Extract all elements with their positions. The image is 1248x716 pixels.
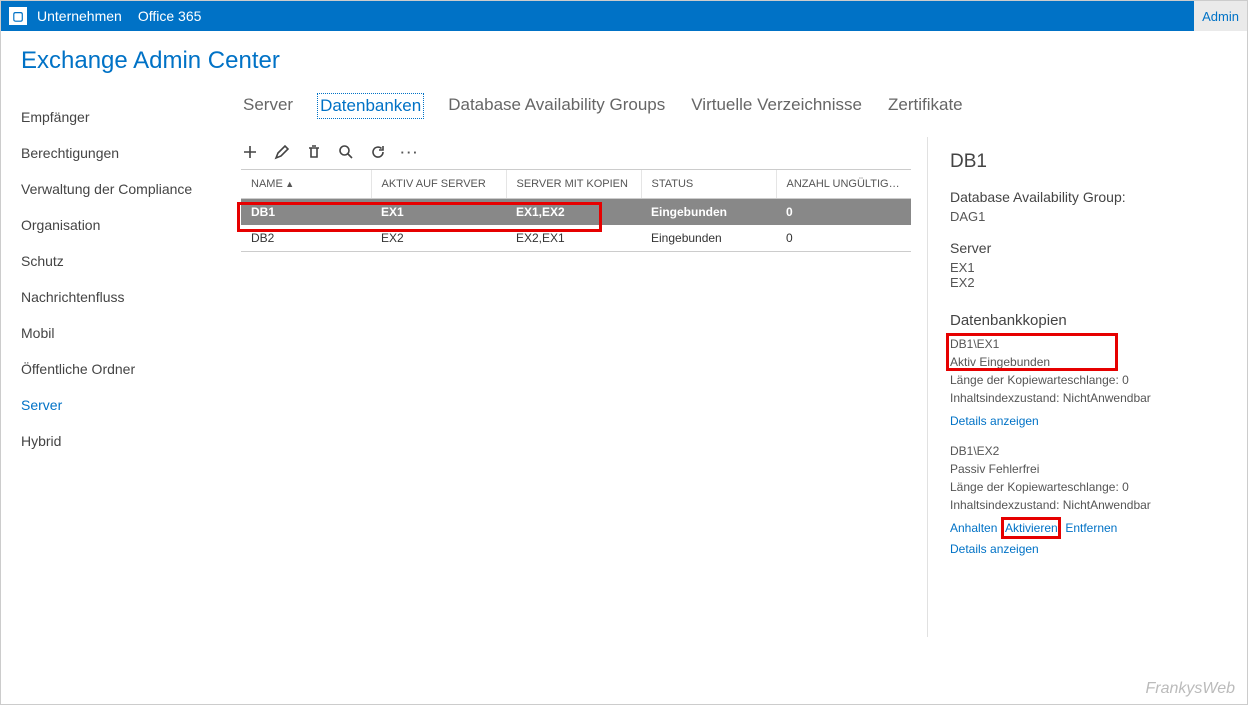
dag-label: Database Availability Group: xyxy=(950,189,1229,205)
col-invalid[interactable]: ANZAHL UNGÜLTIGE... xyxy=(776,170,911,199)
cell-name: DB1 xyxy=(241,199,371,226)
col-active-server[interactable]: AKTIV AUF SERVER xyxy=(371,170,506,199)
sidebar-item-mobile[interactable]: Mobil xyxy=(21,315,211,351)
more-icon[interactable]: ··· xyxy=(401,143,419,161)
sidebar: Empfänger Berechtigungen Verwaltung der … xyxy=(1,93,211,716)
cell-status: Eingebunden xyxy=(641,199,776,226)
cell-active: EX1 xyxy=(371,199,506,226)
details-title: DB1 xyxy=(950,151,1229,173)
admin-tab[interactable]: Admin xyxy=(1194,1,1247,31)
top-bar: ▢ Unternehmen Office 365 xyxy=(1,1,1247,31)
cell-copies: EX2,EX1 xyxy=(506,225,641,251)
server-value-1: EX1 xyxy=(950,260,1229,275)
col-copies[interactable]: SERVER MIT KOPIEN xyxy=(506,170,641,199)
add-icon[interactable] xyxy=(241,143,259,161)
tab-server[interactable]: Server xyxy=(241,93,295,119)
copy1-status: Aktiv Eingebunden xyxy=(950,353,1229,371)
page-title: Exchange Admin Center xyxy=(1,31,1247,93)
copy1-name: DB1\EX1 xyxy=(950,335,1229,353)
copy1-index: Inhaltsindexzustand: NichtAnwendbar xyxy=(950,389,1229,407)
database-table: NAME AKTIV AUF SERVER SERVER MIT KOPIEN … xyxy=(241,170,911,251)
sidebar-item-mailflow[interactable]: Nachrichtenfluss xyxy=(21,279,211,315)
edit-icon[interactable] xyxy=(273,143,291,161)
topbar-office-link[interactable]: Office 365 xyxy=(138,8,202,24)
copy1-details-link[interactable]: Details anzeigen xyxy=(950,414,1039,428)
copy2-details-link[interactable]: Details anzeigen xyxy=(950,542,1039,556)
details-panel: DB1 Database Availability Group: DAG1 Se… xyxy=(927,137,1247,637)
tab-certificates[interactable]: Zertifikate xyxy=(886,93,965,119)
copies-title: Datenbankkopien xyxy=(950,312,1229,329)
cell-name: DB2 xyxy=(241,225,371,251)
copy2-suspend-link[interactable]: Anhalten xyxy=(950,521,997,535)
office-logo-icon: ▢ xyxy=(9,7,27,25)
cell-copies: EX1,EX2 xyxy=(506,199,641,226)
topbar-company-link[interactable]: Unternehmen xyxy=(37,8,122,24)
dag-value: DAG1 xyxy=(950,209,1229,224)
refresh-icon[interactable] xyxy=(369,143,387,161)
table-row[interactable]: DB2 EX2 EX2,EX1 Eingebunden 0 xyxy=(241,225,911,251)
col-name[interactable]: NAME xyxy=(241,170,371,199)
server-value-2: EX2 xyxy=(950,275,1229,290)
server-label: Server xyxy=(950,240,1229,256)
cell-invalid: 0 xyxy=(776,199,911,226)
search-icon[interactable] xyxy=(337,143,355,161)
sidebar-item-protection[interactable]: Schutz xyxy=(21,243,211,279)
sidebar-item-recipients[interactable]: Empfänger xyxy=(21,99,211,135)
copy2-status: Passiv Fehlerfrei xyxy=(950,460,1229,478)
copy2-queue: Länge der Kopiewarteschlange: 0 xyxy=(950,478,1229,496)
copy1-queue: Länge der Kopiewarteschlange: 0 xyxy=(950,371,1229,389)
copy2-index: Inhaltsindexzustand: NichtAnwendbar xyxy=(950,496,1229,514)
sidebar-item-public-folders[interactable]: Öffentliche Ordner xyxy=(21,351,211,387)
copy2-name: DB1\EX2 xyxy=(950,442,1229,460)
sidebar-item-organization[interactable]: Organisation xyxy=(21,207,211,243)
tab-dag[interactable]: Database Availability Groups xyxy=(446,93,667,119)
tab-databases[interactable]: Datenbanken xyxy=(317,93,424,119)
sidebar-item-hybrid[interactable]: Hybrid xyxy=(21,423,211,459)
table-row[interactable]: DB1 EX1 EX1,EX2 Eingebunden 0 xyxy=(241,199,911,226)
copy2-activate-link[interactable]: Aktivieren xyxy=(1005,521,1058,535)
tabs: Server Datenbanken Database Availability… xyxy=(241,93,1247,119)
cell-invalid: 0 xyxy=(776,225,911,251)
delete-icon[interactable] xyxy=(305,143,323,161)
sidebar-item-servers[interactable]: Server xyxy=(21,387,211,423)
sidebar-item-compliance[interactable]: Verwaltung der Compliance xyxy=(21,171,211,207)
tab-virtual-dirs[interactable]: Virtuelle Verzeichnisse xyxy=(689,93,864,119)
cell-active: EX2 xyxy=(371,225,506,251)
col-status[interactable]: STATUS xyxy=(641,170,776,199)
cell-status: Eingebunden xyxy=(641,225,776,251)
watermark: FrankysWeb xyxy=(1145,680,1235,698)
sidebar-item-permissions[interactable]: Berechtigungen xyxy=(21,135,211,171)
copy2-remove-link[interactable]: Entfernen xyxy=(1065,521,1117,535)
